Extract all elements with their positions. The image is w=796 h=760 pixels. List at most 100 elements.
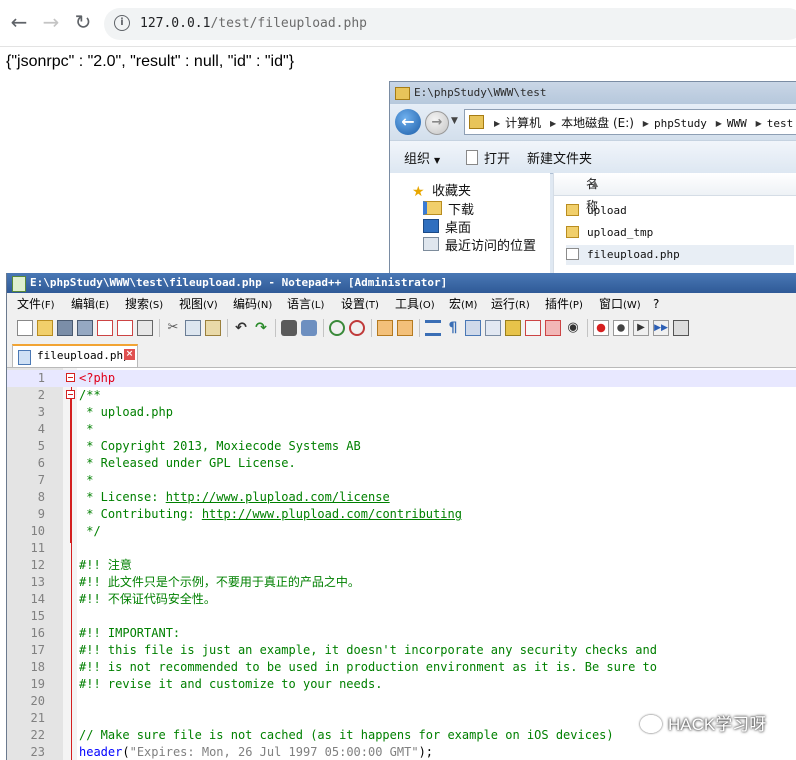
column-header-name[interactable]: 名称 ▲: [554, 173, 796, 213]
monitoring-icon[interactable]: [545, 320, 561, 336]
info-icon[interactable]: i: [114, 15, 130, 31]
close-file-icon[interactable]: [97, 320, 113, 336]
close-icon[interactable]: ×: [124, 349, 135, 360]
close-all-icon[interactable]: [117, 320, 133, 336]
code-line[interactable]: 14 #!! 不保证代码安全性。: [7, 591, 796, 608]
menu-run[interactable]: 运行(R): [491, 293, 530, 317]
breadcrumb-item[interactable]: 计算机: [505, 116, 541, 130]
code-line[interactable]: 16 #!! IMPORTANT:: [7, 625, 796, 642]
replace-icon[interactable]: [301, 320, 317, 336]
menu-search[interactable]: 搜索(S): [125, 293, 163, 317]
code-line[interactable]: 13 #!! 此文件只是个示例，不要用于真正的产品之中。: [7, 574, 796, 591]
folder-as-workspace-icon[interactable]: [525, 320, 541, 336]
menu-tools[interactable]: 工具(O): [395, 293, 435, 317]
menu-language[interactable]: 语言(L): [287, 293, 324, 317]
nav-desktop[interactable]: 桌面: [423, 217, 471, 236]
code-line[interactable]: 7 *: [7, 472, 796, 489]
line-number: 17: [30, 643, 45, 657]
menu-file[interactable]: 文件(F): [17, 293, 55, 317]
nav-favorites[interactable]: ★ 收藏夹: [412, 180, 471, 200]
copy-icon[interactable]: [185, 320, 201, 336]
indent-guide-icon[interactable]: [465, 320, 481, 336]
nav-downloads[interactable]: 下载: [423, 199, 474, 218]
menu-help[interactable]: ?: [653, 293, 659, 315]
code-line[interactable]: 9 * Contributing: http://www.plupload.co…: [7, 506, 796, 523]
breadcrumb-item[interactable]: WWW: [727, 117, 747, 130]
new-folder-button[interactable]: 新建文件夹: [527, 148, 592, 167]
function-list-icon[interactable]: [505, 320, 521, 336]
zoom-in-icon[interactable]: [329, 320, 345, 336]
forward-arrow-icon[interactable]: →: [40, 11, 62, 33]
organize-button[interactable]: 组织 ▼: [404, 148, 440, 167]
reload-icon[interactable]: ↻: [72, 11, 94, 33]
redo-icon[interactable]: ↷: [253, 320, 269, 336]
open-file-icon[interactable]: [37, 320, 53, 336]
show-all-chars-icon[interactable]: ¶: [445, 320, 461, 336]
code-line[interactable]: 10 */: [7, 523, 796, 540]
sync-horizontal-icon[interactable]: [397, 320, 413, 336]
code-line[interactable]: 23 header("Expires: Mon, 26 Jul 1997 05:0…: [7, 744, 796, 760]
eye-icon[interactable]: ◉: [565, 320, 581, 336]
play-macro-icon[interactable]: ▶: [633, 320, 649, 336]
explorer-back-icon[interactable]: ←: [395, 109, 421, 135]
find-icon[interactable]: [281, 320, 297, 336]
record-macro-icon[interactable]: [593, 320, 609, 336]
code-line[interactable]: 18 #!! is not recommended to be used in p…: [7, 659, 796, 676]
history-dropdown-icon[interactable]: ▼: [451, 116, 458, 126]
breadcrumb-item[interactable]: 本地磁盘 (E:): [561, 116, 634, 130]
code-line[interactable]: 15: [7, 608, 796, 625]
sync-vertical-icon[interactable]: [377, 320, 393, 336]
menu-macro[interactable]: 宏(M): [449, 293, 477, 317]
code-line[interactable]: 1 <?php: [7, 370, 796, 387]
code-editor[interactable]: 1 <?php 2 /** 3 * upload.php 4 * 5 * Copyr…: [7, 368, 796, 760]
tab-fileupload[interactable]: fileupload.php ×: [12, 344, 138, 367]
print-icon[interactable]: [137, 320, 153, 336]
paste-icon[interactable]: [205, 320, 221, 336]
list-item[interactable]: fileupload.php: [566, 245, 794, 265]
code-line[interactable]: 6 * Released under GPL License.: [7, 455, 796, 472]
fold-toggle-icon[interactable]: [66, 373, 75, 382]
run-macro-multiple-icon[interactable]: ▶▶: [653, 320, 669, 336]
address-bar[interactable]: i 127.0.0.1/test/fileupload.php: [104, 8, 796, 40]
back-arrow-icon[interactable]: ←: [8, 11, 30, 33]
menu-view[interactable]: 视图(V): [179, 293, 218, 317]
word-wrap-icon[interactable]: [425, 320, 441, 336]
breadcrumb-item[interactable]: test: [767, 117, 794, 130]
menu-encoding[interactable]: 编码(N): [233, 293, 272, 317]
save-icon[interactable]: [57, 320, 73, 336]
code-line[interactable]: 5 * Copyright 2013, Moxiecode Systems AB: [7, 438, 796, 455]
list-item[interactable]: upload: [566, 201, 794, 221]
open-button[interactable]: 打开: [466, 148, 510, 167]
menu-edit[interactable]: 编辑(E): [71, 293, 109, 317]
fold-toggle-icon[interactable]: [66, 390, 75, 399]
code-link[interactable]: http://www.plupload.com/license: [166, 490, 390, 504]
save-all-icon[interactable]: [77, 320, 93, 336]
menu-plugins[interactable]: 插件(P): [545, 293, 583, 317]
explorer-forward-icon[interactable]: →: [425, 111, 449, 135]
code-line[interactable]: 20: [7, 693, 796, 710]
code-line[interactable]: 2 /**: [7, 387, 796, 404]
stop-macro-icon[interactable]: [613, 320, 629, 336]
cut-icon[interactable]: ✂: [165, 320, 181, 336]
code-line[interactable]: 4 *: [7, 421, 796, 438]
new-file-icon[interactable]: [17, 320, 33, 336]
menu-window[interactable]: 窗口(W): [599, 293, 641, 317]
save-macro-icon[interactable]: [673, 320, 689, 336]
explorer-address-box[interactable]: ▶计算机 ▶本地磁盘 (E:) ▶phpStudy ▶WWW ▶test ▶: [464, 109, 796, 135]
explorer-title: E:\phpStudy\WWW\test: [414, 86, 547, 99]
doc-map-icon[interactable]: [485, 320, 501, 336]
code-line[interactable]: 3 * upload.php: [7, 404, 796, 421]
undo-icon[interactable]: ↶: [233, 320, 249, 336]
breadcrumb-item[interactable]: phpStudy: [654, 117, 707, 130]
code-line[interactable]: 11: [7, 540, 796, 557]
menu-settings[interactable]: 设置(T): [341, 293, 379, 317]
code-link[interactable]: http://www.plupload.com/contributing: [202, 507, 462, 521]
code-line[interactable]: 8 * License: http://www.plupload.com/lic…: [7, 489, 796, 506]
code-line[interactable]: 12 #!! 注意: [7, 557, 796, 574]
code-line[interactable]: 19 #!! revise it and customize to your ne…: [7, 676, 796, 693]
code-line[interactable]: 17 #!! this file is just an example, it d…: [7, 642, 796, 659]
list-item[interactable]: upload_tmp: [566, 223, 794, 243]
zoom-out-icon[interactable]: [349, 320, 365, 336]
url-text[interactable]: 127.0.0.1/test/fileupload.php: [140, 16, 367, 31]
nav-recent[interactable]: 最近访问的位置: [423, 235, 536, 254]
